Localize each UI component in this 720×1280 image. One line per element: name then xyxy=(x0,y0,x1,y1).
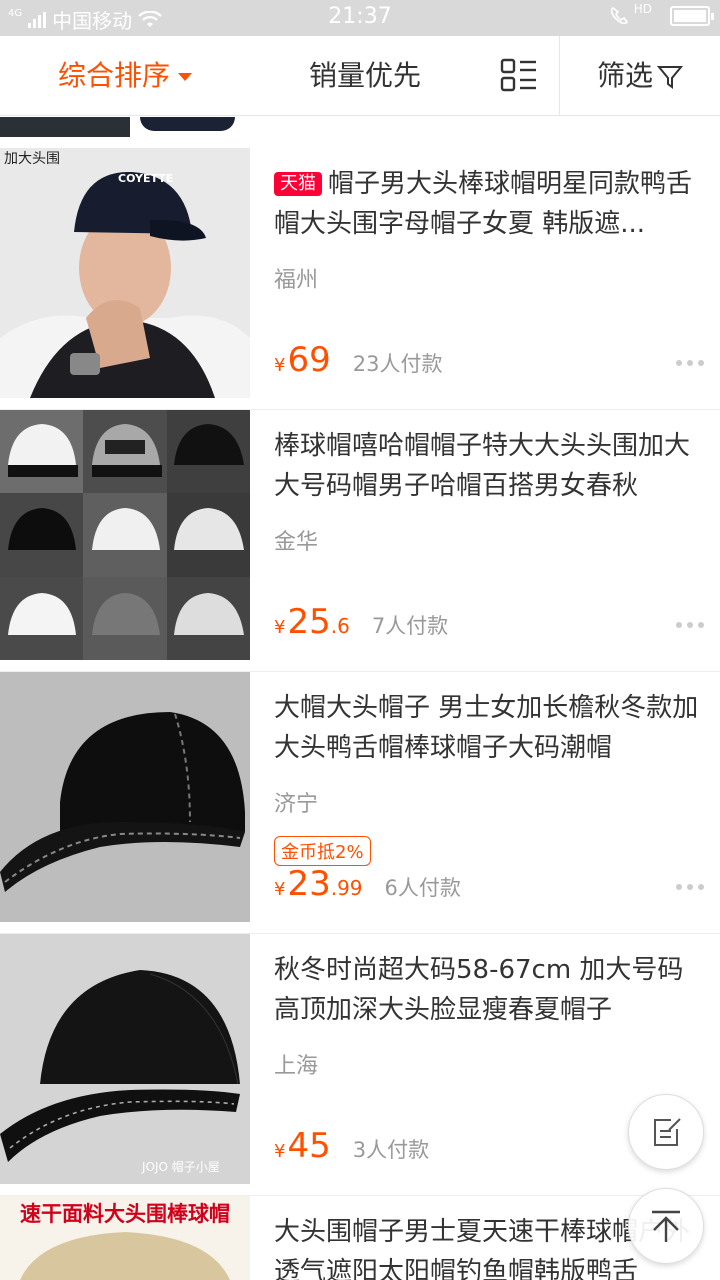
previous-item-peek xyxy=(0,117,720,137)
arrow-up-icon xyxy=(652,1210,680,1242)
price-integer: 69 xyxy=(287,340,331,380)
feedback-button[interactable] xyxy=(628,1094,704,1170)
status-bar: 4G 中国移动 21:37 HD xyxy=(0,0,720,36)
tab-comprehensive-label: 综合排序 xyxy=(57,59,170,92)
tab-filter-label: 筛选 xyxy=(596,59,653,92)
price-integer: 23 xyxy=(287,864,331,904)
list-item[interactable]: 加大头围 COYETTE 天猫 帽子男大头棒球帽明星同款鸭舌帽大头围字母帽子女夏 … xyxy=(0,148,720,410)
item-info: 棒球帽嘻哈帽帽子特大大头头围加大大号码帽男子哈帽百搭男女春秋 金华 ¥ 25 .… xyxy=(274,410,704,642)
price-integer: 25 xyxy=(287,602,331,642)
more-options-icon[interactable] xyxy=(676,884,706,892)
item-title[interactable]: 秋冬时尚超大码58-67cm 加大号码高顶加深大头脸显瘦春夏帽子 xyxy=(274,950,704,1030)
call-tag: HD xyxy=(633,2,652,16)
currency-symbol: ¥ xyxy=(274,617,286,638)
price-row: ¥ 25 .6 7人付款 xyxy=(274,602,448,642)
image-caption: 速干面料大头围棒球帽 xyxy=(20,1201,230,1226)
product-image[interactable]: 加大头围 COYETTE xyxy=(0,148,250,398)
coupon-badge: 金币抵2% xyxy=(274,836,371,866)
currency-symbol: ¥ xyxy=(274,355,286,376)
image-caption: JOJO 帽子小屋 xyxy=(142,1160,220,1174)
price-row: ¥ 45 3人付款 xyxy=(274,1126,429,1166)
item-info: 天猫 帽子男大头棒球帽明星同款鸭舌帽大头围字母帽子女夏 韩版遮... 福州 ¥ 6… xyxy=(274,148,704,380)
more-options-icon[interactable] xyxy=(676,622,706,630)
price-row: ¥ 23 .99 6人付款 xyxy=(274,864,461,904)
sort-bar: 综合排序 销量优先 筛选 xyxy=(0,36,720,116)
image-logo: COYETTE xyxy=(118,172,174,185)
currency-symbol: ¥ xyxy=(274,1141,286,1162)
price-decimal: .6 xyxy=(330,614,350,638)
tab-sales-label: 销量优先 xyxy=(308,59,421,92)
list-grid-icon[interactable] xyxy=(500,58,538,94)
tmall-badge: 天猫 xyxy=(274,172,322,196)
item-location: 福州 xyxy=(274,268,319,293)
tab-comprehensive-sort[interactable]: 综合排序 xyxy=(0,36,250,116)
item-title[interactable]: 天猫 帽子男大头棒球帽明星同款鸭舌帽大头围字母帽子女夏 韩版遮... xyxy=(274,164,704,244)
list-item[interactable]: JOJO 帽子小屋 秋冬时尚超大码58-67cm 加大号码高顶加深大头脸显瘦春夏… xyxy=(0,934,720,1196)
price-decimal: .99 xyxy=(330,876,363,900)
more-options-icon[interactable] xyxy=(676,360,706,368)
list-item[interactable]: 速干面料大头围棒球帽 大头围帽子男士夏天速干棒球帽户外透气遮阳太阳帽钓鱼帽韩版鸭… xyxy=(0,1196,720,1280)
status-right: HD xyxy=(608,2,714,27)
product-image[interactable] xyxy=(0,672,250,922)
item-title-text: 秋冬时尚超大码58-67cm 加大号码高顶加深大头脸显瘦春夏帽子 xyxy=(274,955,684,1025)
item-location: 金华 xyxy=(274,530,319,555)
item-location: 济宁 xyxy=(274,792,319,817)
price-row: ¥ 69 23人付款 xyxy=(274,340,442,380)
tab-sales-first[interactable]: 销量优先 xyxy=(250,36,480,116)
funnel-icon xyxy=(656,66,684,89)
image-caption: 加大头围 xyxy=(4,151,60,167)
item-location: 上海 xyxy=(274,1054,319,1079)
price-integer: 45 xyxy=(287,1126,331,1166)
currency-symbol: ¥ xyxy=(274,879,286,900)
caret-down-icon xyxy=(178,73,192,81)
list-item[interactable]: 大帽大头帽子 男士女加长檐秋冬款加大头鸭舌帽棒球帽子大码潮帽 济宁 金币抵2% … xyxy=(0,672,720,934)
item-info: 秋冬时尚超大码58-67cm 加大号码高顶加深大头脸显瘦春夏帽子 上海 ¥ 45… xyxy=(274,934,704,1166)
edit-note-icon xyxy=(654,1118,681,1146)
item-info: 大帽大头帽子 男士女加长檐秋冬款加大头鸭舌帽棒球帽子大码潮帽 济宁 金币抵2% … xyxy=(274,672,704,904)
back-to-top-button[interactable] xyxy=(628,1188,704,1264)
paid-count: 7人付款 xyxy=(371,614,449,638)
product-image[interactable]: 速干面料大头围棒球帽 xyxy=(0,1196,250,1280)
item-title-text: 大帽大头帽子 男士女加长檐秋冬款加大头鸭舌帽棒球帽子大码潮帽 xyxy=(274,693,699,763)
battery-icon xyxy=(670,6,714,26)
item-title[interactable]: 大帽大头帽子 男士女加长檐秋冬款加大头鸭舌帽棒球帽子大码潮帽 xyxy=(274,688,704,768)
item-title[interactable]: 棒球帽嘻哈帽帽子特大大头头围加大大号码帽男子哈帽百搭男女春秋 xyxy=(274,426,704,506)
product-image[interactable]: JOJO 帽子小屋 xyxy=(0,934,250,1184)
product-image[interactable] xyxy=(0,410,250,660)
tab-filter[interactable]: 筛选 xyxy=(560,36,720,116)
paid-count: 3人付款 xyxy=(352,1138,430,1162)
phone-hd-icon xyxy=(610,7,628,25)
paid-count: 6人付款 xyxy=(384,876,461,900)
item-title-text: 棒球帽嘻哈帽帽子特大大头头围加大大号码帽男子哈帽百搭男女春秋 xyxy=(274,431,691,501)
item-title-text: 帽子男大头棒球帽明星同款鸭舌帽大头围字母帽子女夏 韩版遮... xyxy=(274,169,693,239)
paid-count: 23人付款 xyxy=(352,352,443,376)
list-item[interactable]: 棒球帽嘻哈帽帽子特大大头头围加大大号码帽男子哈帽百搭男女春秋 金华 ¥ 25 .… xyxy=(0,410,720,672)
